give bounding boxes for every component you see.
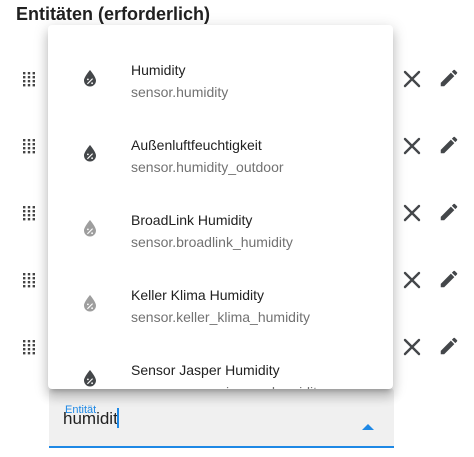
close-icon[interactable]: [402, 203, 422, 223]
option-entity-id: sensor.broadlink_humidity: [131, 234, 293, 250]
section-title: Entitäten (erforderlich): [16, 4, 211, 24]
pencil-icon[interactable]: [438, 201, 460, 223]
arrow-up-icon[interactable]: [361, 418, 375, 430]
list-item[interactable]: Humidity sensor.humidity: [48, 35, 393, 107]
pencil-icon[interactable]: [438, 134, 460, 156]
close-icon[interactable]: [402, 69, 422, 89]
option-name: Keller Klima Humidity: [131, 287, 265, 303]
water-percent-icon: [82, 294, 98, 312]
pencil-icon[interactable]: [438, 67, 460, 89]
option-name: BroadLink Humidity: [131, 212, 253, 228]
option-name: Humidity: [131, 62, 186, 78]
drag-handle-icon[interactable]: [22, 138, 36, 154]
close-icon[interactable]: [402, 337, 422, 357]
drag-handle-icon[interactable]: [22, 339, 36, 355]
option-name: Sensor Jasper Humidity: [131, 362, 280, 378]
pencil-icon[interactable]: [438, 268, 460, 290]
close-icon[interactable]: [402, 270, 422, 290]
option-entity-id: sensor.sensor_jasper_humidity: [131, 384, 324, 389]
entity-search-input[interactable]: [63, 407, 323, 431]
list-item[interactable]: Keller Klima Humidity sensor.keller_klim…: [48, 260, 393, 332]
pencil-icon[interactable]: [438, 335, 460, 357]
list-item[interactable]: BroadLink Humidity sensor.broadlink_humi…: [48, 185, 393, 257]
text-caret: [117, 408, 119, 428]
option-entity-id: sensor.keller_klima_humidity: [131, 309, 310, 325]
entity-picker[interactable]: Entität: [49, 388, 394, 448]
water-percent-icon: [82, 219, 98, 237]
option-entity-id: sensor.humidity: [131, 84, 229, 100]
drag-handle-icon[interactable]: [22, 272, 36, 288]
water-percent-icon: [82, 369, 98, 387]
focus-underline: [49, 446, 394, 448]
entity-suggestions-dropdown[interactable]: Humidity sensor.humidity Außenluftfeucht…: [48, 25, 393, 389]
water-percent-icon: [82, 144, 98, 162]
water-percent-icon: [82, 69, 98, 87]
close-icon[interactable]: [402, 136, 422, 156]
option-entity-id: sensor.humidity_outdoor: [131, 159, 284, 175]
drag-handle-icon[interactable]: [22, 71, 36, 87]
drag-handle-icon[interactable]: [22, 205, 36, 221]
list-item[interactable]: Außenluftfeuchtigkeit sensor.humidity_ou…: [48, 110, 393, 182]
list-item[interactable]: Sensor Jasper Humidity sensor.sensor_jas…: [48, 335, 393, 389]
option-name: Außenluftfeuchtigkeit: [131, 137, 262, 153]
